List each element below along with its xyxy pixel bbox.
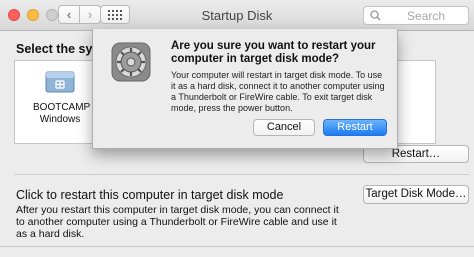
cancel-button[interactable]: Cancel <box>253 119 315 136</box>
dialog-message: Your computer will restart in target dis… <box>171 70 385 113</box>
bottom-divider <box>0 246 474 247</box>
confirm-restart-button[interactable]: Restart <box>323 119 387 136</box>
system-preferences-icon <box>111 42 151 82</box>
search-placeholder: Search <box>407 9 446 23</box>
target-disk-mode-title: Click to restart this computer in target… <box>16 188 284 202</box>
dialog-title: Are you sure you want to restart your co… <box>171 40 376 65</box>
search-field[interactable]: Search <box>363 6 469 25</box>
title-bar: ‹ › Startup Disk Search <box>0 0 474 31</box>
confirm-restart-dialog: Are you sure you want to restart your co… <box>92 29 398 149</box>
hard-drive-icon <box>45 71 75 93</box>
search-icon <box>370 10 381 21</box>
section-divider <box>14 174 469 175</box>
target-disk-mode-button[interactable]: Target Disk Mode… <box>363 185 469 204</box>
disk-name: BOOTCAMP <box>33 102 91 113</box>
target-disk-mode-description: After you restart this computer in targe… <box>16 204 339 240</box>
disk-item-bootcamp[interactable]: BOOTCAMP Windows <box>33 69 91 126</box>
startup-disk-window: ‹ › Startup Disk Search Select the syste <box>0 0 474 257</box>
disk-os: Windows <box>39 114 81 125</box>
